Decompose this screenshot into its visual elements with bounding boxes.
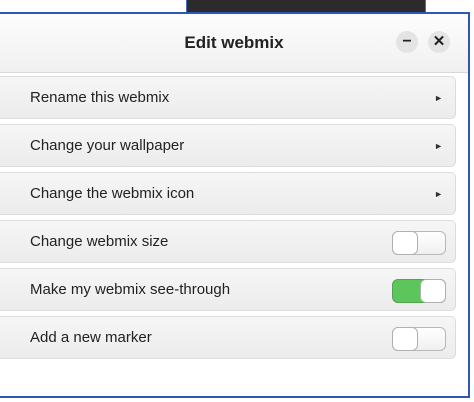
option-see-through: Make my webmix see-through [0, 268, 456, 311]
option-label: Add a new marker [30, 329, 152, 346]
edit-webmix-dialog: Edit webmix − ✕ Rename this webmix ► Cha… [0, 12, 470, 398]
dialog-header: Edit webmix − ✕ [0, 14, 468, 73]
option-label: Change the webmix icon [30, 185, 195, 202]
option-change-size: Change webmix size [0, 220, 456, 263]
option-rename-webmix[interactable]: Rename this webmix ► [0, 76, 456, 119]
see-through-toggle[interactable] [392, 279, 446, 303]
toggle-knob [392, 231, 418, 255]
triangle-right-icon: ► [434, 189, 443, 199]
option-label: Make my webmix see-through [30, 281, 231, 298]
option-label: Change webmix size [30, 233, 169, 250]
close-icon[interactable]: ✕ [428, 31, 450, 53]
marker-toggle[interactable] [392, 327, 446, 351]
toggle-knob [392, 327, 418, 351]
minimize-icon[interactable]: − [396, 31, 418, 53]
option-change-wallpaper[interactable]: Change your wallpaper ► [0, 124, 456, 167]
option-label: Change your wallpaper [30, 137, 185, 154]
triangle-right-icon: ► [434, 93, 443, 103]
triangle-right-icon: ► [434, 141, 443, 151]
size-toggle[interactable] [392, 231, 446, 255]
toggle-knob [420, 279, 446, 303]
option-label: Rename this webmix [30, 89, 170, 106]
option-add-marker: Add a new marker [0, 316, 456, 359]
option-change-icon[interactable]: Change the webmix icon ► [0, 172, 456, 215]
